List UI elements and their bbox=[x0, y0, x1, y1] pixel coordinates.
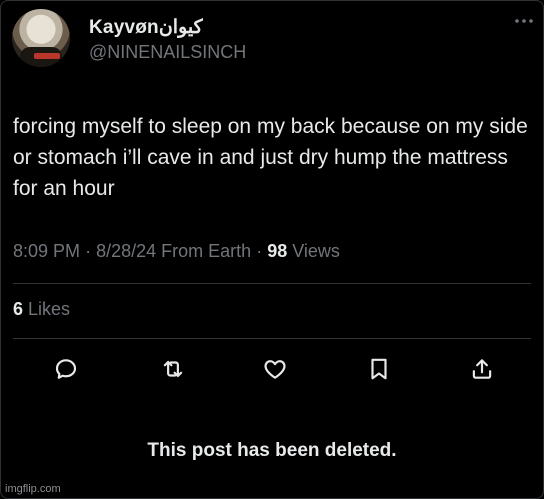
post-source: From Earth bbox=[161, 241, 252, 261]
likes-count: 6 bbox=[13, 299, 24, 319]
action-bar bbox=[0, 352, 544, 386]
meta-separator: · bbox=[256, 241, 268, 261]
views-label: Views bbox=[292, 241, 340, 261]
repost-icon bbox=[163, 360, 183, 378]
reply-icon bbox=[55, 359, 77, 379]
post-meta: 8:09 PM · 8/28/24 From Earth · 98 Views bbox=[13, 241, 340, 262]
watermark: imgflip.com bbox=[5, 483, 61, 495]
divider bbox=[13, 338, 531, 339]
likes-stat[interactable]: 6 Likes bbox=[13, 299, 70, 320]
divider bbox=[13, 283, 531, 284]
meta-separator: · bbox=[85, 241, 97, 261]
like-icon bbox=[264, 360, 286, 379]
post-text: forcing myself to sleep on my back becau… bbox=[13, 115, 528, 200]
share-button[interactable] bbox=[465, 352, 499, 386]
bookmark-icon bbox=[371, 358, 387, 380]
like-button[interactable] bbox=[258, 352, 292, 386]
author-display-name[interactable]: Kayvønکیوان bbox=[89, 16, 203, 39]
views-count: 98 bbox=[267, 241, 288, 261]
avatar[interactable] bbox=[12, 9, 70, 67]
deleted-notice: This post has been deleted. bbox=[147, 440, 397, 461]
reply-button[interactable] bbox=[49, 352, 83, 386]
more-options-icon[interactable] bbox=[513, 14, 535, 28]
bookmark-button[interactable] bbox=[362, 352, 396, 386]
post-time[interactable]: 8:09 PM bbox=[13, 241, 80, 261]
avatar-shirt-print bbox=[34, 53, 60, 59]
author-handle[interactable]: @NINENAILSINCH bbox=[89, 42, 246, 63]
share-icon bbox=[472, 359, 492, 379]
repost-button[interactable] bbox=[156, 352, 190, 386]
likes-label: Likes bbox=[28, 299, 71, 319]
post-date[interactable]: 8/28/24 bbox=[96, 241, 156, 261]
